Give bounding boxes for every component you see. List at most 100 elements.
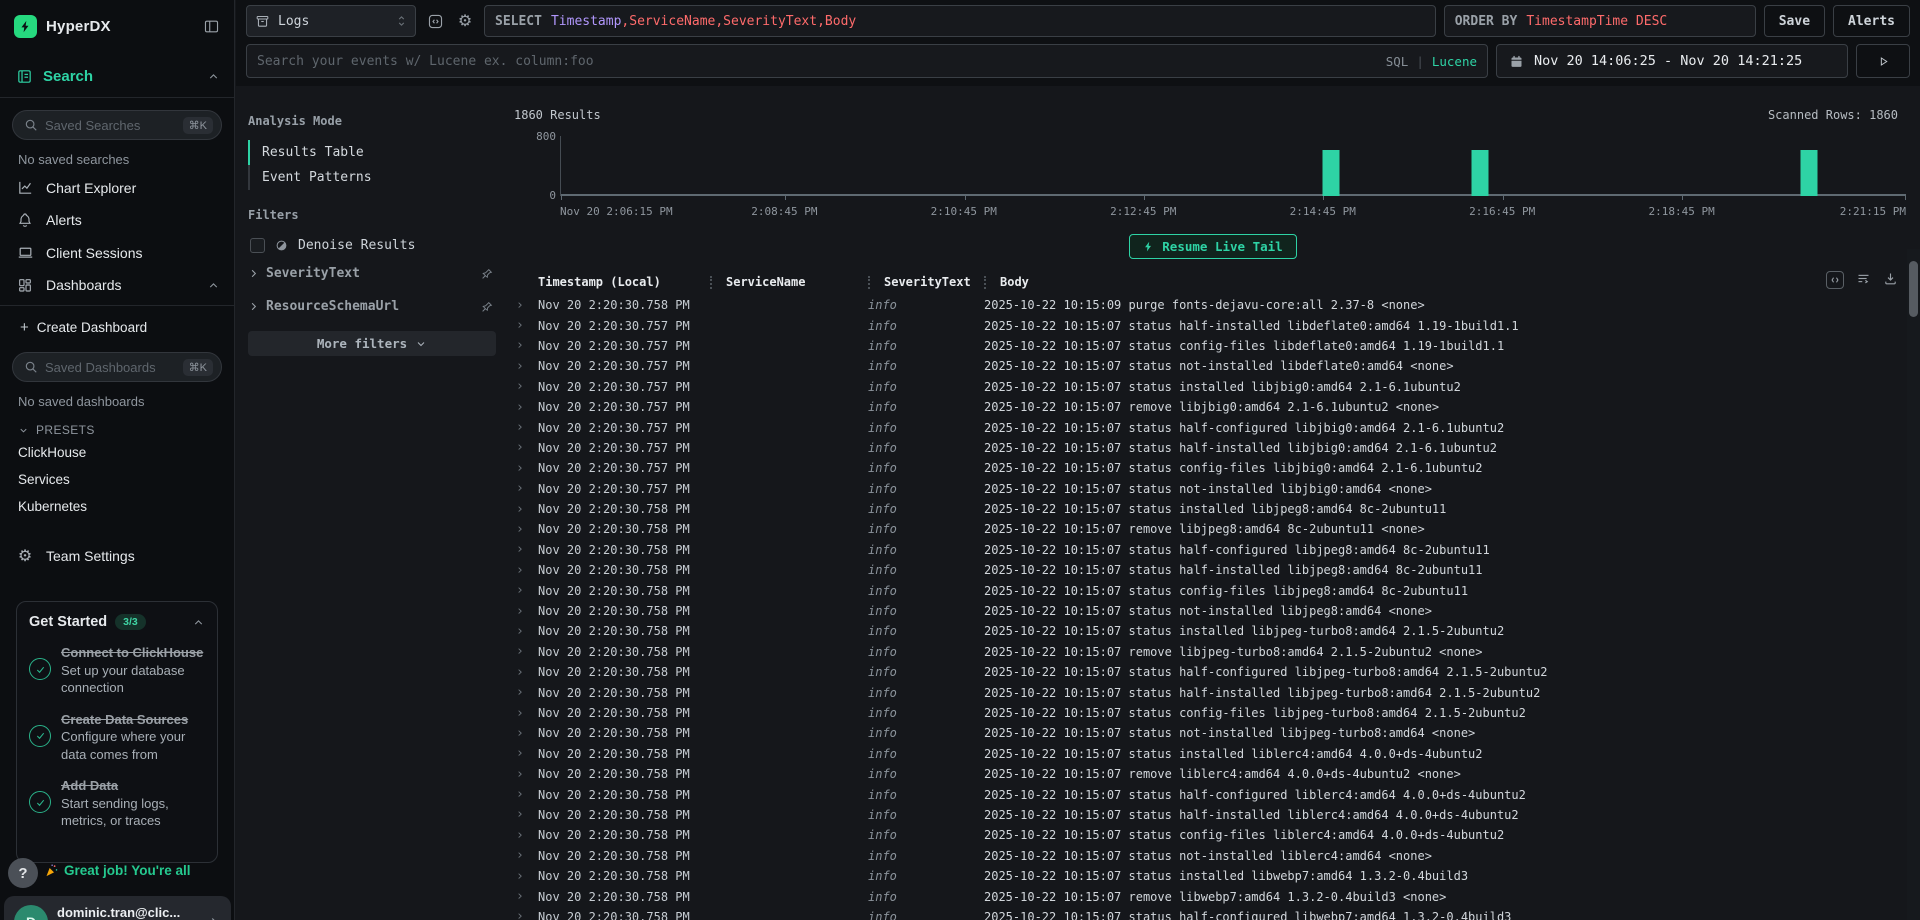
denoise-results-toggle[interactable]: Denoise Results bbox=[248, 234, 496, 257]
sidebar-item-client-sessions[interactable]: Client Sessions bbox=[0, 236, 234, 269]
alerts-button[interactable]: Alerts bbox=[1833, 5, 1910, 37]
table-row[interactable]: › Nov 20 2:20:30.757 PM info 2025-10-22 … bbox=[506, 458, 1920, 478]
scrollbar-track[interactable] bbox=[1907, 249, 1920, 920]
sidebar-item-dashboards[interactable]: Dashboards bbox=[0, 269, 234, 301]
avatar: D bbox=[14, 905, 48, 920]
table-row[interactable]: › Nov 20 2:20:30.758 PM info 2025-10-22 … bbox=[506, 682, 1920, 702]
table-row[interactable]: › Nov 20 2:20:30.758 PM info 2025-10-22 … bbox=[506, 886, 1920, 906]
table-row[interactable]: › Nov 20 2:20:30.757 PM info 2025-10-22 … bbox=[506, 397, 1920, 417]
table-row[interactable]: › Nov 20 2:20:30.758 PM info 2025-10-22 … bbox=[506, 866, 1920, 886]
denoise-checkbox[interactable] bbox=[250, 238, 265, 253]
column-timestamp[interactable]: Timestamp (Local) bbox=[538, 275, 710, 289]
x-axis-tick-label: Nov 20 2:06:15 PM bbox=[560, 205, 673, 218]
lang-lucene-button[interactable]: Lucene bbox=[1432, 54, 1477, 69]
column-resize-handle[interactable] bbox=[984, 276, 986, 289]
table-row[interactable]: › Nov 20 2:20:30.758 PM info 2025-10-22 … bbox=[506, 744, 1920, 764]
table-row[interactable]: › Nov 20 2:20:30.757 PM info 2025-10-22 … bbox=[506, 377, 1920, 397]
user-menu[interactable]: D dominic.tran@clic... dominic.tran@clic… bbox=[4, 896, 231, 920]
time-range-picker[interactable]: Nov 20 14:06:25 - Nov 20 14:21:25 bbox=[1496, 44, 1848, 78]
saved-dashboards-input[interactable]: Saved Dashboards ⌘K bbox=[12, 352, 222, 382]
select-input[interactable]: SELECT Timestamp,ServiceName,SeverityTex… bbox=[484, 5, 1436, 37]
preset-kubernetes[interactable]: Kubernetes bbox=[0, 493, 234, 520]
table-row[interactable]: › Nov 20 2:20:30.758 PM info 2025-10-22 … bbox=[506, 805, 1920, 825]
histogram-bar[interactable] bbox=[1472, 150, 1489, 197]
table-row[interactable]: › Nov 20 2:20:30.757 PM info 2025-10-22 … bbox=[506, 315, 1920, 335]
wrap-lines-icon[interactable] bbox=[1856, 271, 1871, 289]
time-range-value: Nov 20 14:06:25 - Nov 20 14:21:25 bbox=[1534, 53, 1802, 69]
table-row[interactable]: › Nov 20 2:20:30.758 PM info 2025-10-22 … bbox=[506, 295, 1920, 315]
y-axis-tick-0: 0 bbox=[516, 189, 556, 202]
table-row[interactable]: › Nov 20 2:20:30.758 PM info 2025-10-22 … bbox=[506, 703, 1920, 723]
get-started-step-connect[interactable]: Connect to ClickHouse Set up your databa… bbox=[29, 644, 205, 697]
table-row[interactable]: › Nov 20 2:20:30.757 PM info 2025-10-22 … bbox=[506, 356, 1920, 376]
table-row[interactable]: › Nov 20 2:20:30.758 PM info 2025-10-22 … bbox=[506, 764, 1920, 784]
table-row[interactable]: › Nov 20 2:20:30.758 PM info 2025-10-22 … bbox=[506, 907, 1920, 920]
column-body[interactable]: Body bbox=[984, 275, 1920, 289]
get-started-step-add-data[interactable]: Add Data Start sending logs, metrics, or… bbox=[29, 777, 205, 830]
presets-toggle[interactable]: PRESETS bbox=[0, 413, 234, 439]
pin-icon[interactable] bbox=[480, 267, 494, 281]
preset-clickhouse[interactable]: ClickHouse bbox=[0, 439, 234, 466]
column-config-icon[interactable] bbox=[1826, 271, 1844, 289]
nav-search[interactable]: Search bbox=[0, 48, 234, 98]
table-row[interactable]: › Nov 20 2:20:30.757 PM info 2025-10-22 … bbox=[506, 336, 1920, 356]
column-servicename[interactable]: ServiceName bbox=[710, 275, 868, 289]
table-row[interactable]: › Nov 20 2:20:30.758 PM info 2025-10-22 … bbox=[506, 540, 1920, 560]
check-circle-icon bbox=[29, 658, 51, 680]
resume-live-tail-label: Resume Live Tail bbox=[1162, 239, 1282, 254]
search-input[interactable]: Search your events w/ Lucene ex. column:… bbox=[246, 44, 1488, 78]
table-row[interactable]: › Nov 20 2:20:30.758 PM info 2025-10-22 … bbox=[506, 580, 1920, 600]
column-severitytext[interactable]: SeverityText bbox=[868, 275, 984, 289]
column-resize-handle[interactable] bbox=[868, 276, 870, 289]
run-query-button[interactable] bbox=[1856, 44, 1910, 78]
filter-group-severitytext[interactable]: SeverityText bbox=[248, 257, 496, 290]
x-axis-tick-label: 2:10:45 PM bbox=[931, 205, 997, 218]
histogram-bar[interactable] bbox=[1322, 150, 1339, 197]
preset-services[interactable]: Services bbox=[0, 466, 234, 493]
save-button[interactable]: Save bbox=[1764, 5, 1825, 37]
get-started-step-sources[interactable]: Create Data Sources Configure where your… bbox=[29, 711, 205, 764]
results-histogram[interactable]: 800 0 Nov 20 2:06:15 PM2:08:45 PM2:10:45… bbox=[506, 128, 1920, 220]
chevron-up-icon[interactable] bbox=[207, 70, 220, 83]
table-row[interactable]: › Nov 20 2:20:30.757 PM info 2025-10-22 … bbox=[506, 417, 1920, 437]
create-dashboard-button[interactable]: + Create Dashboard bbox=[0, 306, 234, 340]
table-row[interactable]: › Nov 20 2:20:30.758 PM info 2025-10-22 … bbox=[506, 601, 1920, 621]
table-row[interactable]: › Nov 20 2:20:30.758 PM info 2025-10-22 … bbox=[506, 560, 1920, 580]
sidebar-item-team-settings[interactable]: ⚙ Team Settings bbox=[0, 538, 234, 574]
table-row[interactable]: › Nov 20 2:20:30.758 PM info 2025-10-22 … bbox=[506, 662, 1920, 682]
table-row[interactable]: › Nov 20 2:20:30.758 PM info 2025-10-22 … bbox=[506, 723, 1920, 743]
orderby-input[interactable]: ORDER BY TimestampTime DESC bbox=[1444, 5, 1756, 37]
mode-results-table[interactable]: Results Table bbox=[248, 140, 496, 165]
table-row[interactable]: › Nov 20 2:20:30.758 PM info 2025-10-22 … bbox=[506, 519, 1920, 539]
brand-name: HyperDX bbox=[46, 18, 111, 35]
histogram-bar[interactable] bbox=[1800, 150, 1817, 197]
table-row[interactable]: › Nov 20 2:20:30.758 PM info 2025-10-22 … bbox=[506, 642, 1920, 662]
chevron-up-icon[interactable] bbox=[192, 616, 205, 629]
source-code-icon[interactable] bbox=[424, 10, 446, 32]
pin-icon[interactable] bbox=[480, 300, 494, 314]
source-settings-icon[interactable]: ⚙ bbox=[454, 10, 476, 32]
table-row[interactable]: › Nov 20 2:20:30.757 PM info 2025-10-22 … bbox=[506, 438, 1920, 458]
download-icon[interactable] bbox=[1883, 271, 1898, 289]
mode-event-patterns[interactable]: Event Patterns bbox=[248, 165, 496, 190]
column-resize-handle[interactable] bbox=[710, 276, 712, 289]
resume-live-tail-button[interactable]: Resume Live Tail bbox=[1129, 234, 1296, 259]
lang-sql-button[interactable]: SQL bbox=[1386, 54, 1409, 69]
help-button[interactable]: ? bbox=[8, 858, 38, 888]
source-select[interactable]: Logs bbox=[246, 5, 416, 37]
filter-group-resourceschemaurl[interactable]: ResourceSchemaUrl bbox=[248, 290, 496, 323]
table-row[interactable]: › Nov 20 2:20:30.758 PM info 2025-10-22 … bbox=[506, 499, 1920, 519]
saved-searches-input[interactable]: Saved Searches ⌘K bbox=[12, 110, 222, 140]
sidebar-item-alerts[interactable]: Alerts bbox=[0, 204, 234, 236]
sidebar-collapse-icon[interactable] bbox=[203, 18, 220, 35]
table-row[interactable]: › Nov 20 2:20:30.758 PM info 2025-10-22 … bbox=[506, 825, 1920, 845]
table-row[interactable]: › Nov 20 2:20:30.758 PM info 2025-10-22 … bbox=[506, 621, 1920, 641]
table-row[interactable]: › Nov 20 2:20:30.758 PM info 2025-10-22 … bbox=[506, 846, 1920, 866]
scrollbar-thumb[interactable] bbox=[1909, 261, 1918, 317]
table-row[interactable]: › Nov 20 2:20:30.758 PM info 2025-10-22 … bbox=[506, 784, 1920, 804]
table-row[interactable]: › Nov 20 2:20:30.757 PM info 2025-10-22 … bbox=[506, 479, 1920, 499]
more-filters-button[interactable]: More filters bbox=[248, 331, 496, 356]
chevron-up-icon[interactable] bbox=[207, 279, 220, 292]
plus-icon: + bbox=[20, 319, 29, 336]
sidebar-item-chart-explorer[interactable]: Chart Explorer bbox=[0, 171, 234, 204]
